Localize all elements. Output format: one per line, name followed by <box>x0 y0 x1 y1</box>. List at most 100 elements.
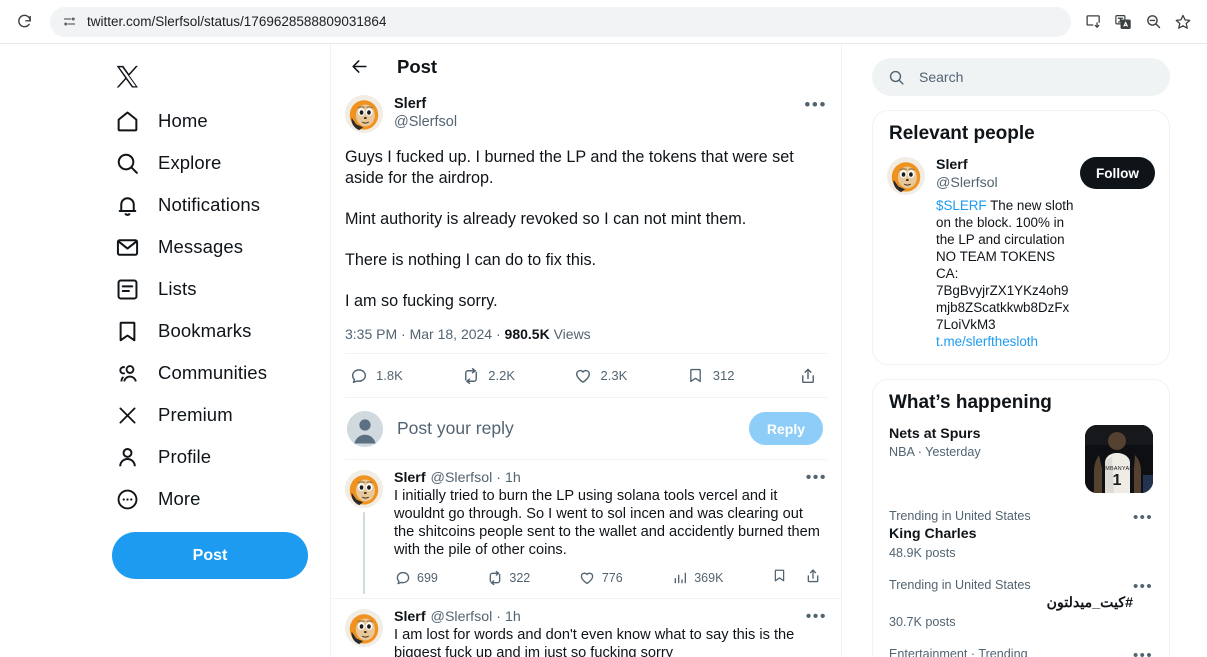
reply-like-action[interactable]: 776 <box>579 570 623 587</box>
search-input[interactable]: Search <box>872 58 1170 96</box>
reply-separator: · <box>496 470 501 486</box>
sidebar-item-label: Premium <box>158 404 233 425</box>
bookmark-icon <box>686 366 705 385</box>
avatar[interactable] <box>345 95 383 133</box>
reply-views-action[interactable]: 369K <box>671 570 723 587</box>
sloth-avatar-image <box>887 157 925 195</box>
reply-submit-button[interactable]: Reply <box>748 412 823 445</box>
reply-handle[interactable]: @Slerfsol <box>431 609 493 625</box>
sidebar-item-label: Profile <box>158 446 212 467</box>
trend-thumbnail[interactable]: WEMBANYAMA 1 <box>1085 425 1153 493</box>
avatar[interactable] <box>345 609 383 647</box>
bookmark-icon[interactable] <box>772 568 787 588</box>
post-timestamp-views: 3:35 PM · Mar 18, 2024 · 980.5K Views <box>345 326 591 342</box>
person-icon <box>114 444 141 471</box>
trend-more-icon[interactable]: ••• <box>1133 646 1153 657</box>
bio-telegram-link[interactable]: t.me/slerfthesloth <box>936 334 1038 349</box>
bio-ticker-link[interactable]: $SLERF <box>936 198 987 213</box>
relevant-people-panel: Relevant people Slerf @Slerfsol $SLERF T… <box>872 110 1170 365</box>
post-paragraph: There is nothing I can do to fix this. <box>345 251 597 269</box>
sidebar-item-label: Messages <box>158 236 244 257</box>
post-date: Mar 18, 2024 <box>409 326 493 342</box>
relevant-person-name[interactable]: Slerf <box>936 157 1074 174</box>
reply-display-name[interactable]: Slerf <box>394 470 426 486</box>
reply-more-icon[interactable]: ••• <box>806 470 827 486</box>
trend-more-icon[interactable]: ••• <box>1133 508 1153 525</box>
sidebar-item-messages[interactable]: Messages <box>112 226 330 268</box>
post-paragraph: Guys I fucked up. I burned the LP and th… <box>345 148 794 187</box>
sidebar-item-notifications[interactable]: Notifications <box>112 184 330 226</box>
author-display-name[interactable]: Slerf <box>394 96 804 113</box>
install-app-icon[interactable] <box>1079 8 1107 36</box>
share-icon[interactable] <box>805 568 821 589</box>
sidebar-item-communities[interactable]: Communities <box>112 352 330 394</box>
relevant-person-bio: $SLERF The new sloth on the block. 100% … <box>936 197 1074 350</box>
post-reply-action[interactable]: 1.8K <box>349 366 411 385</box>
post-share-action[interactable] <box>798 366 825 385</box>
sidebar-item-home[interactable]: Home <box>112 100 330 142</box>
sidebar-item-label: Bookmarks <box>158 320 252 341</box>
list-item[interactable]: Slerf @Slerfsol · 1h ••• I initially tri… <box>331 460 841 598</box>
translate-icon[interactable] <box>1109 8 1137 36</box>
sidebar-item-explore[interactable]: Explore <box>112 142 330 184</box>
reply-header: Slerf @Slerfsol · 1h ••• <box>394 470 827 487</box>
address-bar[interactable]: twitter.com/Slerfsol/status/176962858880… <box>50 6 1071 37</box>
trend-item[interactable]: Trending in United States King Charles 4… <box>873 505 1169 574</box>
reply-comment-action[interactable]: 699 <box>394 570 438 587</box>
envelope-icon <box>114 234 141 261</box>
reply-views-count: 369K <box>694 571 724 585</box>
whats-happening-title: What’s happening <box>889 392 1052 413</box>
trend-featured-name: Nets at Spurs <box>889 426 981 442</box>
x-logo[interactable] <box>112 52 162 100</box>
home-icon <box>114 108 141 135</box>
post-views-label: Views <box>553 326 591 342</box>
search-placeholder: Search <box>919 69 964 85</box>
sidebar-item-label: More <box>158 488 201 509</box>
follow-button[interactable]: Follow <box>1079 157 1155 189</box>
reply-repost-action[interactable]: 322 <box>486 570 530 587</box>
post-button[interactable]: Post <box>112 532 308 579</box>
trend-more-icon[interactable]: ••• <box>1133 577 1153 594</box>
reply-content: Slerf @Slerfsol · 1h ••• I initially tri… <box>394 470 827 594</box>
reply-avatar-column <box>345 609 383 657</box>
default-avatar-icon <box>347 410 383 447</box>
post-action-bar: 1.8K 2.2K 2.3K 312 <box>345 353 827 398</box>
sidebar-item-label: Home <box>158 110 208 131</box>
post-like-action[interactable]: 2.3K <box>574 366 636 385</box>
author-handle[interactable]: @Slerfsol <box>394 113 804 132</box>
relevant-person[interactable]: Slerf @Slerfsol $SLERF The new sloth on … <box>873 153 1169 364</box>
relevant-person-handle[interactable]: @Slerfsol <box>936 174 1074 192</box>
repost-icon <box>486 570 503 587</box>
twitter-page: Home Explore Notifications Messages List… <box>0 44 1207 657</box>
post-repost-action[interactable]: 2.2K <box>461 366 523 385</box>
post-more-icon[interactable]: ••• <box>804 95 827 113</box>
reply-handle[interactable]: @Slerfsol <box>431 470 493 486</box>
site-settings-icon[interactable] <box>62 14 77 29</box>
sidebar-item-profile[interactable]: Profile <box>112 436 330 478</box>
list-item[interactable]: Slerf @Slerfsol · 1h ••• I am lost for w… <box>331 598 841 657</box>
back-arrow-icon[interactable] <box>349 57 369 77</box>
post-bookmark-action[interactable]: 312 <box>686 366 748 385</box>
sidebar-item-bookmarks[interactable]: Bookmarks <box>112 310 330 352</box>
bookmark-icon <box>114 318 141 345</box>
share-icon <box>798 366 817 385</box>
reload-icon[interactable] <box>10 8 38 36</box>
sidebar-item-premium[interactable]: Premium <box>112 394 330 436</box>
trend-item[interactable]: Entertainment · Trending Hyeri 50.7K pos… <box>873 643 1169 657</box>
trend-category: Entertainment · Trending <box>889 647 1028 657</box>
reply-input[interactable]: Post your reply <box>397 418 749 439</box>
sidebar-item-lists[interactable]: Lists <box>112 268 330 310</box>
trend-featured[interactable]: Nets at Spurs NBA · Yesterday WEMBANYAMA… <box>873 422 1169 505</box>
sidebar-item-more[interactable]: More <box>112 478 330 520</box>
people-icon <box>114 360 141 387</box>
trend-item[interactable]: Trending in United States #كيت_ميدلتون 3… <box>873 574 1169 643</box>
bookmark-star-icon[interactable] <box>1169 8 1197 36</box>
post-like-count: 2.3K <box>600 368 628 383</box>
reply-display-name[interactable]: Slerf <box>394 609 426 625</box>
bio-text: The new sloth on the block. 100% in the … <box>936 198 1074 332</box>
post-repost-count: 2.2K <box>488 368 515 383</box>
avatar[interactable] <box>887 157 925 195</box>
zoom-out-icon[interactable] <box>1139 8 1167 36</box>
reply-more-icon[interactable]: ••• <box>806 609 827 625</box>
avatar[interactable] <box>345 470 383 508</box>
